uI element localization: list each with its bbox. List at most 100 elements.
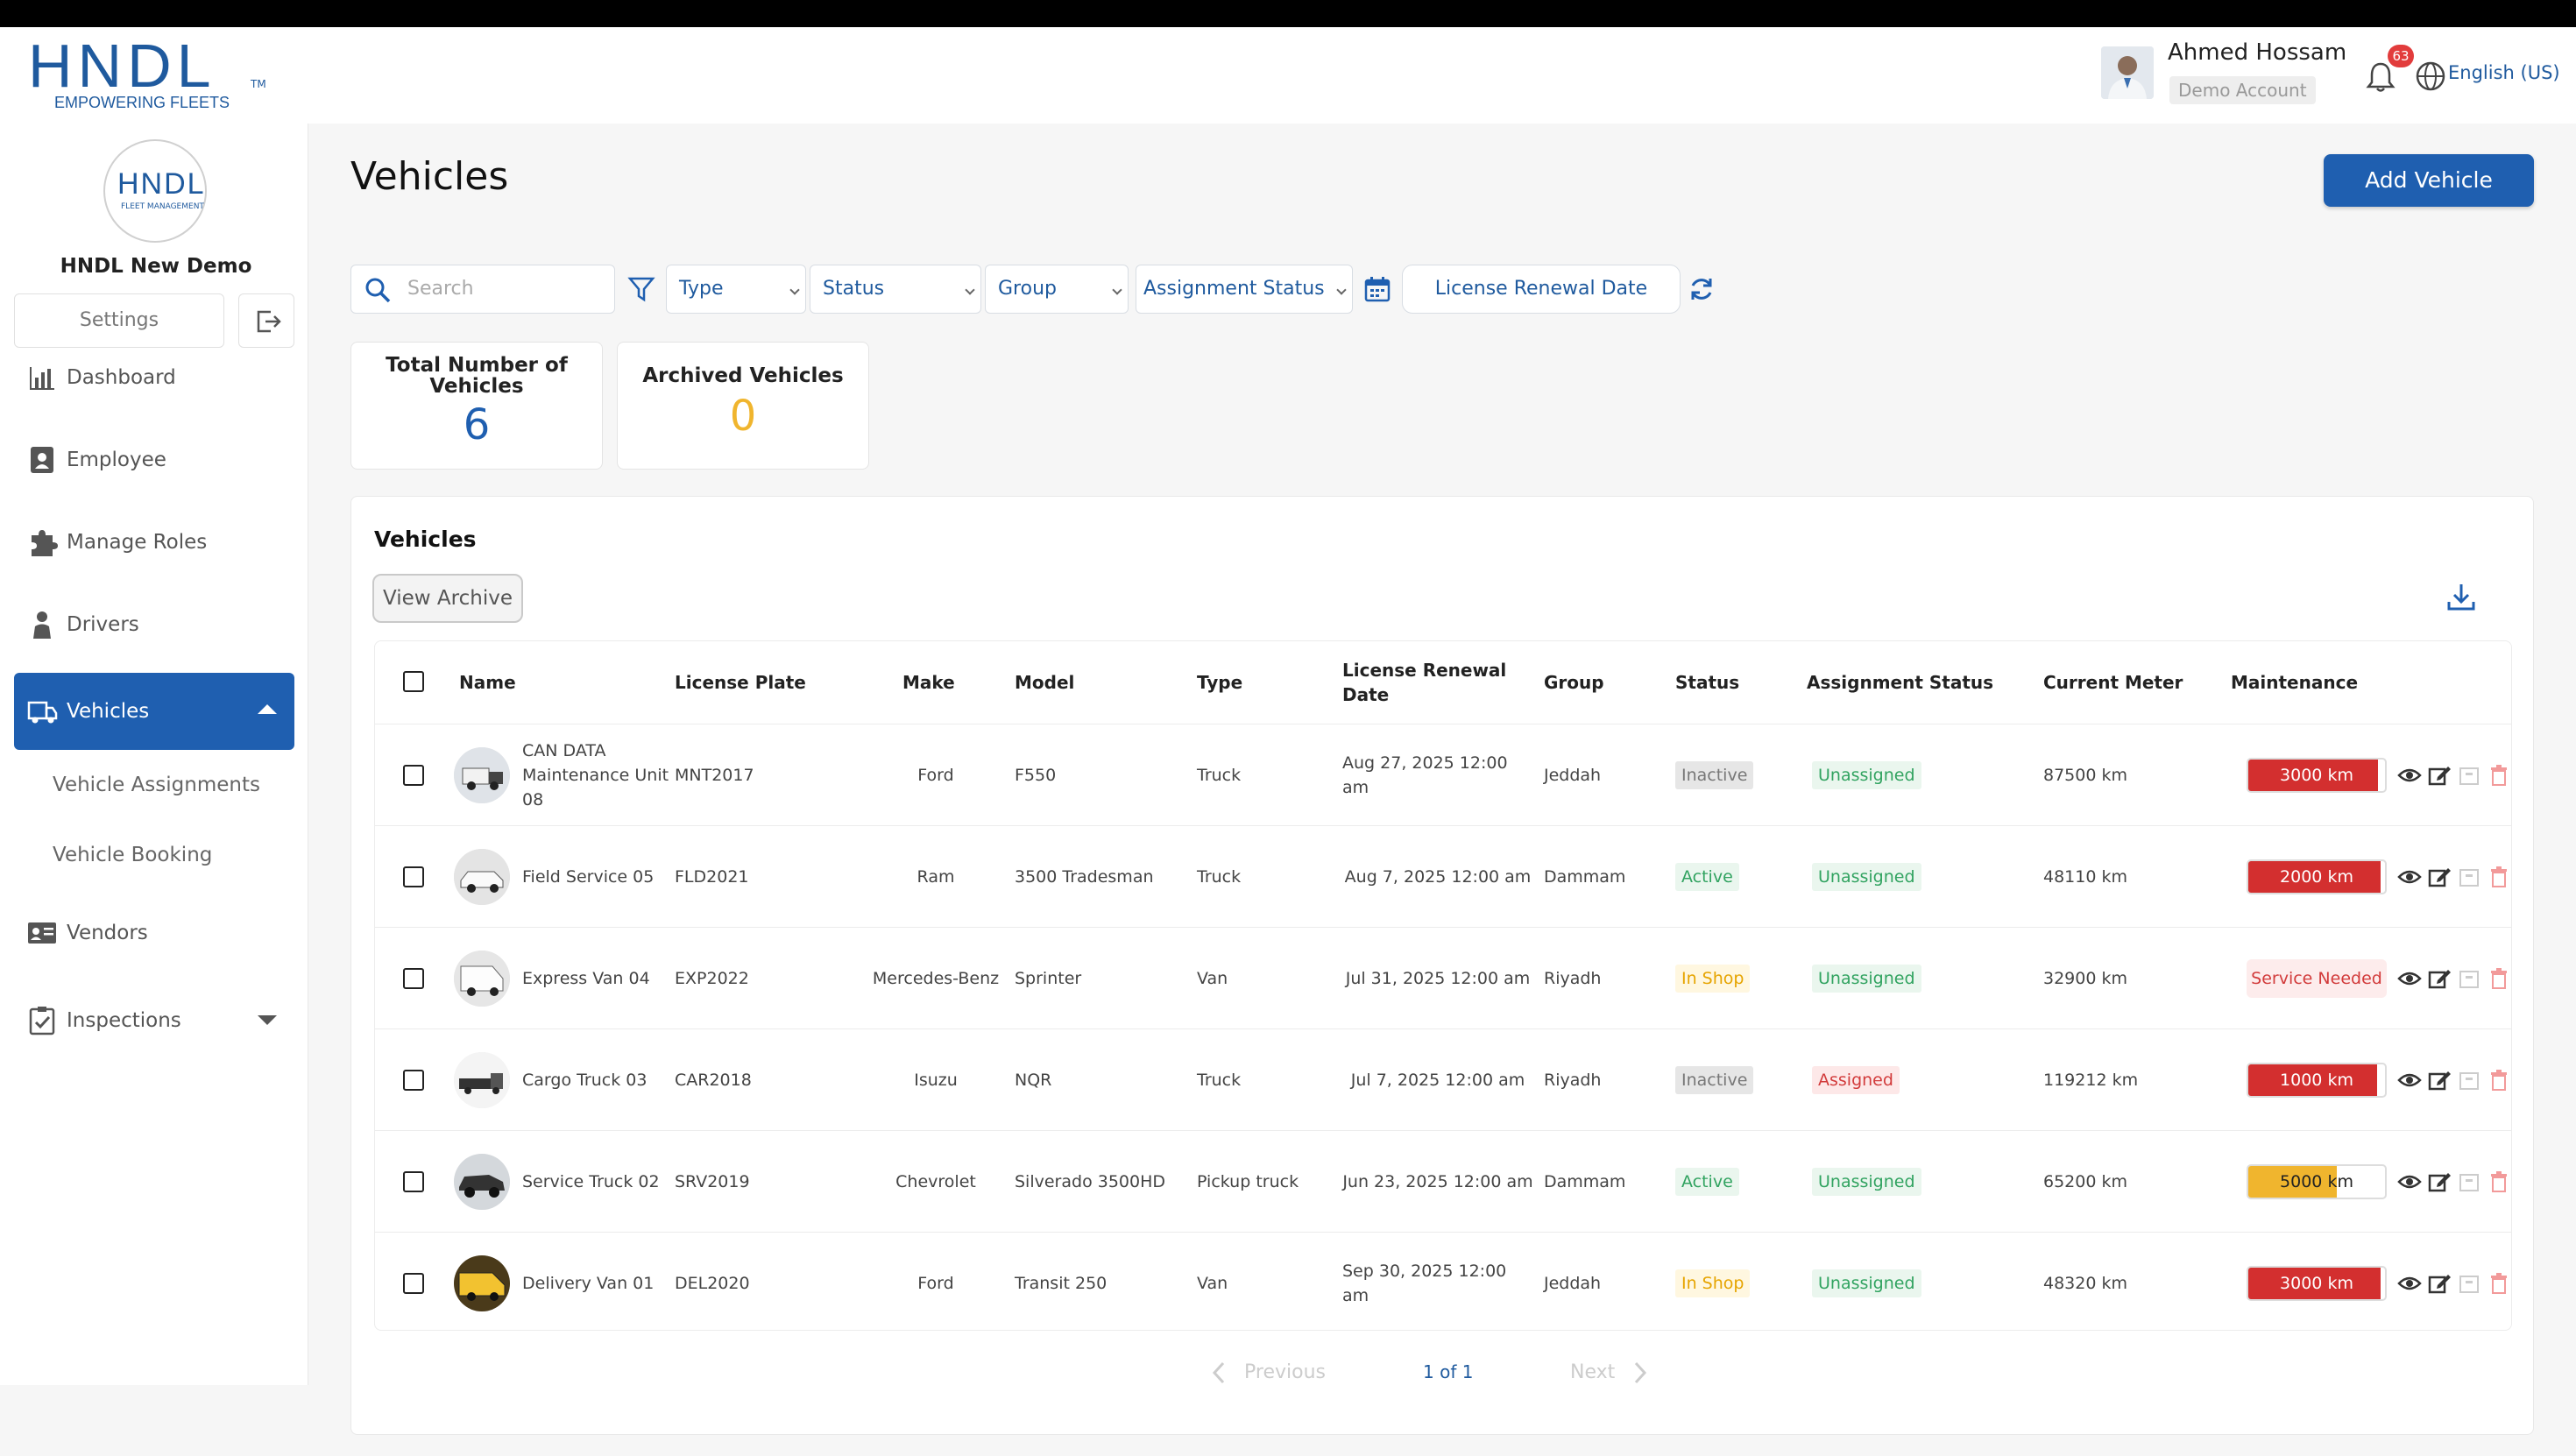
column-header-make[interactable]: Make <box>902 641 955 724</box>
view-archive-button[interactable]: View Archive <box>372 574 523 623</box>
view-icon[interactable] <box>2397 966 2422 991</box>
filter-icon[interactable] <box>627 275 655 303</box>
vehicle-name[interactable]: CAN DATA Maintenance Unit 08 <box>522 724 671 826</box>
avatar[interactable] <box>2101 46 2154 99</box>
delete-icon[interactable] <box>2487 1271 2511 1296</box>
column-header-name[interactable]: Name <box>459 641 516 724</box>
edit-icon[interactable] <box>2427 966 2452 991</box>
row-checkbox[interactable] <box>403 1171 424 1192</box>
vehicle-name[interactable]: Express Van 04 <box>522 928 671 1029</box>
calendar-icon[interactable] <box>1363 275 1391 303</box>
column-header-license-renewal-date[interactable]: License Renewal Date <box>1342 641 1518 724</box>
table-row[interactable]: Service Truck 02 SRV2019 Chevrolet Silverad… <box>375 1130 2511 1232</box>
driver-icon <box>33 611 51 639</box>
delete-icon[interactable] <box>2487 1068 2511 1092</box>
refresh-icon[interactable] <box>1688 275 1716 303</box>
sidebar-subitem-vehicle-booking[interactable]: Vehicle Booking <box>53 844 212 866</box>
sidebar-item-vendors[interactable]: Vendors <box>14 898 294 968</box>
previous-page-button[interactable]: Previous <box>1209 1360 1326 1386</box>
row-checkbox[interactable] <box>403 866 424 887</box>
type-filter-select[interactable]: Type <box>666 265 806 314</box>
view-icon[interactable] <box>2397 1170 2422 1194</box>
license-renewal-date-filter[interactable]: License Renewal Date <box>1402 265 1681 314</box>
vehicle-name[interactable]: Service Truck 02 <box>522 1131 671 1233</box>
delete-icon[interactable] <box>2487 865 2511 889</box>
delete-icon[interactable] <box>2487 966 2511 991</box>
assignment-status-filter-select[interactable]: Assignment Status <box>1136 265 1353 314</box>
archive-icon[interactable] <box>2457 1068 2481 1092</box>
logout-button[interactable] <box>238 293 294 348</box>
delete-icon[interactable] <box>2487 763 2511 788</box>
sidebar-item-dashboard[interactable]: Dashboard <box>14 343 294 413</box>
vehicle-thumbnail <box>454 951 510 1007</box>
archive-icon[interactable] <box>2457 865 2481 889</box>
maintenance-progress[interactable]: 5000 km <box>2247 1164 2387 1199</box>
sidebar-subitem-vehicle-assignments[interactable]: Vehicle Assignments <box>53 774 260 796</box>
view-icon[interactable] <box>2397 865 2422 889</box>
column-header-model[interactable]: Model <box>1015 641 1074 724</box>
license-plate: FLD2021 <box>675 867 749 887</box>
column-header-current-meter[interactable]: Current Meter <box>2043 641 2183 724</box>
chevron-down-icon <box>789 285 800 295</box>
delete-icon[interactable] <box>2487 1170 2511 1194</box>
archive-icon[interactable] <box>2457 1271 2481 1296</box>
vehicle-name[interactable]: Cargo Truck 03 <box>522 1029 671 1131</box>
chevron-down-icon[interactable] <box>258 1015 277 1025</box>
table-row[interactable]: Field Service 05 FLD2021 Ram 3500 Tradesman… <box>375 825 2511 927</box>
archive-icon[interactable] <box>2457 763 2481 788</box>
column-header-license-plate[interactable]: License Plate <box>675 641 806 724</box>
archive-icon[interactable] <box>2457 966 2481 991</box>
row-checkbox[interactable] <box>403 1273 424 1294</box>
vehicle-group: Riyadh <box>1544 969 1602 988</box>
row-checkbox[interactable] <box>403 968 424 989</box>
user-name[interactable]: Ahmed Hossam <box>2168 39 2346 66</box>
maintenance-progress[interactable]: 3000 km <box>2247 1266 2387 1301</box>
view-icon[interactable] <box>2397 763 2422 788</box>
table-row[interactable]: Express Van 04 EXP2022 Mercedes-Benz Sprint… <box>375 927 2511 1028</box>
table-row[interactable]: CAN DATA Maintenance Unit 08 MNT2017 Ford F… <box>375 724 2511 825</box>
vehicle-name[interactable]: Delivery Van 01 <box>522 1233 671 1334</box>
sidebar-item-manage-roles[interactable]: Manage Roles <box>14 507 294 577</box>
sidebar-item-inspections[interactable]: Inspections <box>14 986 294 1056</box>
edit-icon[interactable] <box>2427 1170 2452 1194</box>
row-checkbox[interactable] <box>403 765 424 786</box>
sidebar-item-drivers[interactable]: Drivers <box>14 590 294 660</box>
edit-icon[interactable] <box>2427 1068 2452 1092</box>
edit-icon[interactable] <box>2427 865 2452 889</box>
group-filter-label: Group <box>998 278 1057 300</box>
chevron-up-icon[interactable] <box>258 704 277 714</box>
sidebar-item-vehicles[interactable]: Vehicles <box>14 673 294 750</box>
view-icon[interactable] <box>2397 1271 2422 1296</box>
maintenance-progress[interactable]: 1000 km <box>2247 1063 2387 1098</box>
bell-icon[interactable] <box>2366 60 2396 94</box>
select-all-checkbox[interactable] <box>403 671 424 692</box>
table-row[interactable]: Delivery Van 01 DEL2020 Ford Transit 250 Van… <box>375 1232 2511 1333</box>
maintenance-progress[interactable]: 2000 km <box>2247 859 2387 894</box>
settings-button[interactable]: Settings <box>14 293 224 348</box>
table-row[interactable]: Cargo Truck 03 CAR2018 Isuzu NQR Truck Jul 7,… <box>375 1028 2511 1130</box>
add-vehicle-button[interactable]: Add Vehicle <box>2324 154 2534 207</box>
maintenance-progress[interactable]: 3000 km <box>2247 758 2387 793</box>
brand-logo[interactable]: HNDL TM EMPOWERING FLEETS <box>28 34 266 112</box>
download-icon[interactable] <box>2445 581 2477 612</box>
next-page-button[interactable]: Next <box>1570 1360 1650 1386</box>
sidebar-item-employee[interactable]: Employee <box>14 425 294 495</box>
edit-icon[interactable] <box>2427 1271 2452 1296</box>
column-header-group[interactable]: Group <box>1544 641 1604 724</box>
row-checkbox[interactable] <box>403 1070 424 1091</box>
column-header-status[interactable]: Status <box>1675 641 1739 724</box>
status-filter-select[interactable]: Status <box>810 265 981 314</box>
group-filter-select[interactable]: Group <box>985 265 1129 314</box>
archive-icon[interactable] <box>2457 1170 2481 1194</box>
current-meter: 87500 km <box>2043 766 2127 785</box>
globe-icon[interactable] <box>2415 60 2446 92</box>
edit-icon[interactable] <box>2427 763 2452 788</box>
service-needed-badge[interactable]: Service Needed <box>2247 959 2387 998</box>
view-icon[interactable] <box>2397 1068 2422 1092</box>
language-selector[interactable]: English (US) <box>2448 62 2560 83</box>
vehicle-name[interactable]: Field Service 05 <box>522 826 671 928</box>
column-header-type[interactable]: Type <box>1197 641 1242 724</box>
search-input[interactable]: Search <box>350 265 615 314</box>
column-header-assignment-status[interactable]: Assignment Status <box>1807 641 1993 724</box>
column-header-maintenance[interactable]: Maintenance <box>2231 641 2358 724</box>
